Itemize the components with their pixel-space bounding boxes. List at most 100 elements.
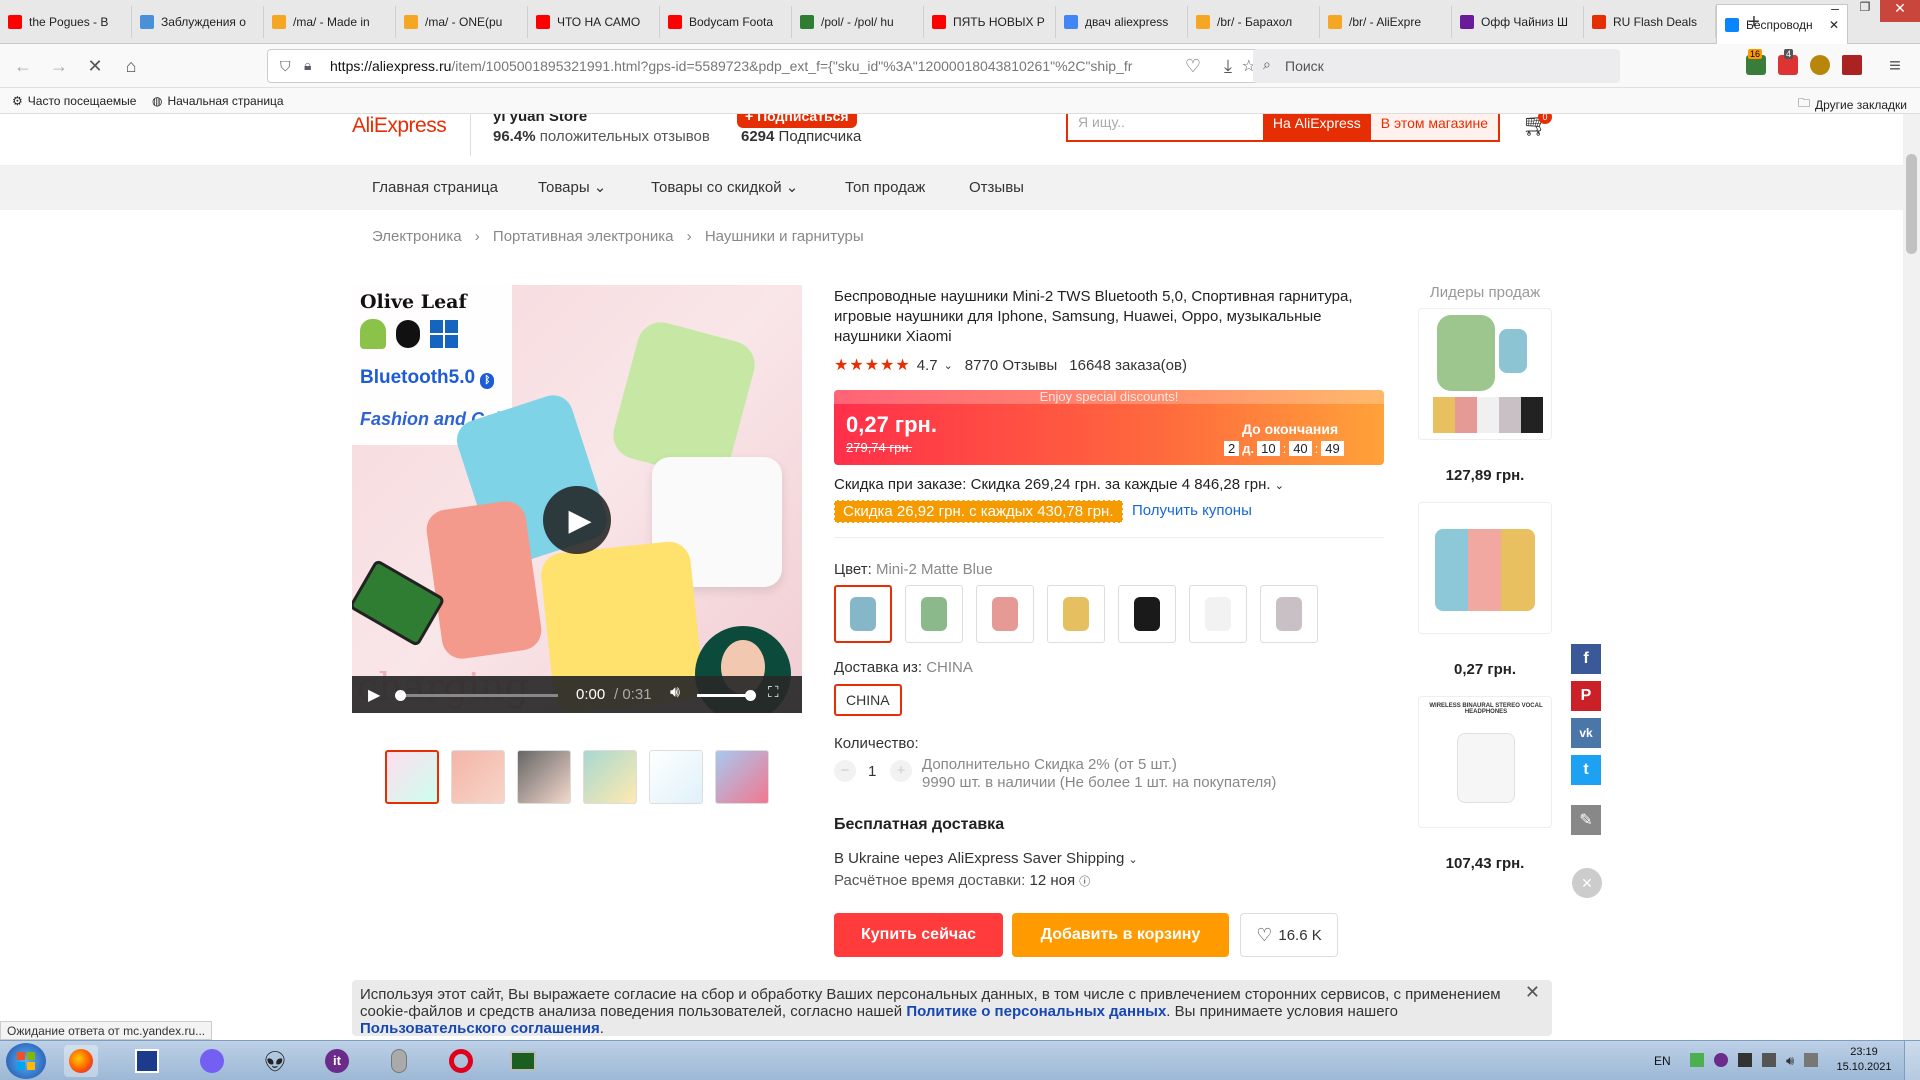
browser-tab[interactable]: двач aliexpress [1056,6,1188,38]
buy-now-button[interactable]: Купить сейчас [834,913,1003,957]
store-name[interactable]: yi yuan Store [493,114,587,125]
tray-display-icon[interactable] [1804,1053,1819,1067]
browser-tab[interactable]: /ma/ - Made in [264,6,396,38]
browser-tab[interactable]: ЧТО НА САМО [528,6,660,38]
home-icon[interactable]: ⌂ [116,51,146,81]
color-swatch[interactable] [976,585,1034,643]
rating-value[interactable]: 4.7 [917,357,938,374]
browser-tab[interactable]: RU Flash Deals [1584,6,1716,38]
bookmark-frequent[interactable]: ⚙ Часто посещаемые [12,94,136,108]
new-tab-button[interactable]: + [1742,10,1766,34]
browser-tab[interactable]: /br/ - AliExpre [1320,6,1452,38]
volume-handle[interactable] [745,690,757,701]
color-swatch[interactable] [1189,585,1247,643]
bestseller-item[interactable] [1418,308,1552,440]
play-overlay-icon[interactable]: ▶ [543,486,611,554]
alien-taskbar-icon[interactable]: 👽︎ [258,1045,292,1077]
volume-slider[interactable] [697,690,757,701]
browser-search-field[interactable]: ⌕ Поиск [1253,49,1620,83]
thumbnail[interactable] [649,750,703,804]
privacy-policy-link[interactable]: Политике о персональных данных [906,1003,1166,1020]
bestseller-item[interactable] [1418,502,1552,634]
cart-icon[interactable]: 🛒︎ 0 [1522,114,1552,138]
search-store-button[interactable]: В этом магазине [1370,114,1498,140]
order-discount[interactable]: Скидка при заказе: Скидка 269,24 грн. за… [834,476,1284,493]
clock[interactable]: 23:19 15.10.2021 [1834,1045,1894,1075]
menu-products[interactable]: Товары ⌄ [538,166,606,210]
mouse-taskbar-icon[interactable] [382,1045,416,1077]
terminal-taskbar-icon[interactable] [506,1045,540,1077]
add-to-cart-button[interactable]: Добавить в корзину [1012,913,1229,957]
menu-hamburger-icon[interactable]: ≡ [1880,51,1910,81]
menu-top-sales[interactable]: Топ продаж [845,166,925,210]
it-taskbar-icon[interactable]: it [320,1045,354,1077]
shipping-method[interactable]: В Ukraine через AliExpress Saver Shippin… [834,850,1138,867]
ship-from-option[interactable]: CHINA [834,684,902,716]
color-swatch[interactable] [1047,585,1105,643]
maximize-icon[interactable]: ❐ [1850,0,1880,22]
info-icon[interactable]: ⓘ [1079,876,1090,888]
tray-it-icon[interactable] [1714,1053,1728,1067]
close-cookie-icon[interactable]: ✕ [1525,983,1540,1001]
extension-abp-icon[interactable]: 4 [1778,49,1798,75]
reviews-count[interactable]: 8770 Отзывы [965,357,1057,374]
tray-keyboard-icon[interactable] [1738,1053,1752,1067]
other-bookmarks[interactable]: 🗀︎ Другие закладки [1798,94,1907,115]
pocket-icon[interactable]: ♡ [1178,51,1208,81]
browser-tab[interactable]: /ma/ - ONE(pu [396,6,528,38]
aliexpress-logo[interactable]: AliExpress [352,114,447,138]
opera-taskbar-icon[interactable] [444,1045,478,1077]
store-search-input[interactable]: Я ищу.. [1068,114,1263,140]
menu-reviews[interactable]: Отзывы [969,166,1024,210]
color-swatch[interactable] [1260,585,1318,643]
lock-icon[interactable]: 🔒︎ [304,57,311,74]
extension-flag-icon[interactable] [1842,55,1862,75]
volume-icon[interactable]: 🔊︎ [670,684,680,702]
back-icon[interactable]: ← [8,51,38,81]
vk-icon[interactable]: vk [1571,718,1601,748]
quantity-minus-button[interactable]: − [834,760,856,782]
show-desktop-button[interactable] [1904,1041,1920,1080]
browser-tab[interactable]: /br/ - Барахол [1188,6,1320,38]
page-scrollbar[interactable] [1903,114,1920,1040]
browser-tab[interactable]: Офф Чайниз Ш [1452,6,1584,38]
quantity-plus-button[interactable]: + [890,760,912,782]
minimize-icon[interactable]: – [1820,0,1850,22]
stop-icon[interactable]: ✕ [80,51,110,81]
extension-monkey-icon[interactable] [1810,55,1830,75]
tray-volume-icon[interactable]: 🔊︎ [1786,1053,1794,1069]
forward-icon[interactable]: → [44,51,74,81]
color-swatch[interactable] [834,585,892,643]
user-agreement-link[interactable]: Пользовательского соглашения [360,1020,600,1037]
breadcrumb-item[interactable]: Наушники и гарнитуры [705,228,864,245]
browser-tab[interactable]: the Pogues - B [0,6,132,38]
close-window-icon[interactable]: ✕ [1880,0,1920,22]
get-coupons-link[interactable]: Получить купоны [1132,502,1252,519]
thumbnail[interactable] [715,750,769,804]
seek-handle[interactable] [395,690,406,701]
menu-discounts[interactable]: Товары со скидкой ⌄ [651,166,798,210]
seek-bar[interactable] [395,690,558,701]
quantity-input[interactable]: 1 [868,763,876,780]
pinterest-icon[interactable]: P [1571,681,1601,711]
start-button[interactable] [6,1043,46,1079]
close-social-icon[interactable]: ✕ [1572,868,1602,898]
save-taskbar-icon[interactable] [130,1045,164,1077]
breadcrumb-item[interactable]: Портативная электроника [493,228,674,245]
language-indicator[interactable]: EN [1654,1054,1671,1068]
color-swatch[interactable] [905,585,963,643]
facebook-icon[interactable]: f [1571,644,1601,674]
firefox-taskbar-icon[interactable] [64,1045,98,1077]
browser-tab[interactable]: ПЯТЬ НОВЫХ Р [924,6,1056,38]
edit-icon[interactable]: ✎ [1571,805,1601,835]
tray-check-icon[interactable] [1690,1053,1704,1067]
play-icon[interactable]: ▶ [368,685,380,705]
downloads-icon[interactable]: ⤓ [1213,51,1243,81]
viber-taskbar-icon[interactable] [195,1045,229,1077]
browser-tab[interactable]: Bodycam Foota [660,6,792,38]
extension-adblock-icon[interactable]: 16 [1746,49,1766,75]
tray-network-icon[interactable] [1762,1053,1776,1067]
menu-home[interactable]: Главная страница [372,166,498,210]
thumbnail[interactable] [385,750,439,804]
thumbnail[interactable] [583,750,637,804]
